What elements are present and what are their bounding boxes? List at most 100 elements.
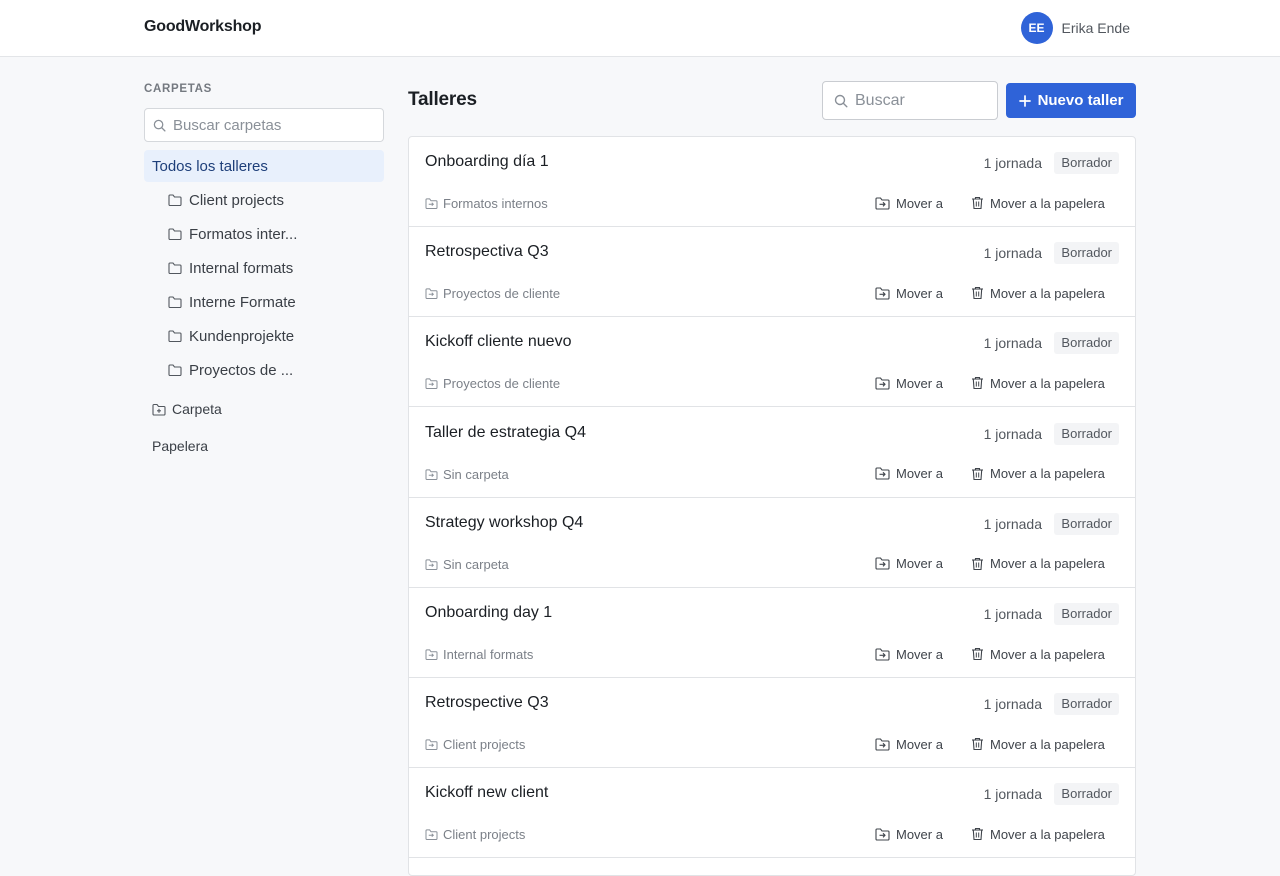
folder-move-icon xyxy=(875,467,890,480)
workshop-folder-label: Sin carpeta xyxy=(443,556,509,572)
workshop-title[interactable]: Retrospectiva Q3 xyxy=(425,243,549,261)
folder-label: Proyectos de ... xyxy=(189,361,294,379)
sidebar-folder-item[interactable]: Formatos inter... xyxy=(168,219,384,249)
move-to-trash-button[interactable]: Mover a la papelera xyxy=(971,644,1105,664)
workshop-row[interactable]: Kickoff new client 1 jornada Borrador Clien… xyxy=(409,768,1135,859)
trash-icon xyxy=(971,647,984,661)
move-to-trash-button[interactable]: Mover a la papelera xyxy=(971,824,1105,844)
avatar[interactable]: EE xyxy=(1020,12,1053,44)
folder-search-box[interactable] xyxy=(144,108,384,142)
sidebar-folder-item[interactable]: Proyectos de ... xyxy=(168,355,384,385)
workshop-folder-label: Proyectos de cliente xyxy=(443,286,561,302)
workshop-title[interactable]: Kickoff new client xyxy=(425,784,548,802)
workshop-search-input[interactable] xyxy=(855,82,993,119)
workshop-folder: Sin carpeta xyxy=(425,467,509,482)
move-to-trash-label: Mover a la papelera xyxy=(990,556,1105,572)
workshop-row[interactable]: Retrospective Q3 1 jornada Borrador Client … xyxy=(409,678,1135,769)
user-menu[interactable]: EE Erika Ende xyxy=(1020,12,1130,44)
user-name[interactable]: Erika Ende xyxy=(1062,20,1130,36)
workshop-folder: Sin carpeta xyxy=(425,557,509,572)
folder-icon xyxy=(425,469,438,480)
folder-icon xyxy=(425,198,438,209)
new-folder-label: Carpeta xyxy=(172,401,222,417)
workshop-duration: 1 jornada xyxy=(983,606,1042,622)
move-to-label: Mover a xyxy=(896,826,943,842)
move-to-trash-button[interactable]: Mover a la papelera xyxy=(971,734,1105,754)
folder-label: Kundenprojekte xyxy=(189,327,295,345)
sidebar-folder-item[interactable]: Internal formats xyxy=(168,253,384,283)
folder-label: Formatos inter... xyxy=(189,225,298,243)
move-to-button[interactable]: Mover a xyxy=(875,193,943,213)
workshop-row[interactable]: Retrospectiva Q3 1 jornada Borrador Proyect… xyxy=(409,227,1135,318)
status-badge: Borrador xyxy=(1054,603,1119,625)
workshop-row[interactable]: Kickoff cliente nuevo 1 jornada Borrador Pr… xyxy=(409,317,1135,408)
sidebar-folder-item[interactable]: Client projects xyxy=(168,185,384,215)
trash-icon xyxy=(971,557,984,571)
trash-icon xyxy=(971,827,984,841)
workshop-title[interactable]: Strategy workshop Q4 xyxy=(425,514,583,532)
workshop-folder: Client projects xyxy=(425,737,525,752)
new-workshop-button[interactable]: Nuevo taller xyxy=(1006,83,1136,118)
workshop-folder: Internal formats xyxy=(425,647,533,662)
move-to-trash-button[interactable]: Mover a la papelera xyxy=(971,464,1105,484)
folder-move-icon xyxy=(875,828,890,841)
move-to-button[interactable]: Mover a xyxy=(875,824,943,844)
workshop-row[interactable]: Onboarding día 1 1 jornada Borrador Formato… xyxy=(409,137,1135,227)
workshop-folder: Client projects xyxy=(425,827,525,842)
page-title: Talleres xyxy=(408,89,477,110)
top-bar: GoodWorkshop EE Erika Ende xyxy=(0,0,1280,57)
folder-search-input[interactable] xyxy=(173,109,378,141)
workshop-title[interactable]: Kickoff cliente nuevo xyxy=(425,333,571,351)
move-to-trash-button[interactable]: Mover a la papelera xyxy=(971,283,1105,303)
workshop-folder-label: Client projects xyxy=(443,737,526,753)
folder-icon xyxy=(168,194,182,206)
trash-icon xyxy=(971,467,984,481)
workshop-row[interactable]: Onboarding day 1 1 jornada Borrador Interna… xyxy=(409,588,1135,678)
trash-icon xyxy=(971,286,984,300)
folder-move-icon xyxy=(875,738,890,751)
search-icon xyxy=(834,94,848,108)
folder-icon xyxy=(425,559,438,570)
workshop-row[interactable]: Taller de estrategia Q4 1 jornada Borrador… xyxy=(409,408,1135,498)
workshop-duration: 1 jornada xyxy=(983,696,1042,713)
workshop-folder-label: Internal formats xyxy=(443,647,534,662)
folder-icon xyxy=(425,378,438,390)
new-folder-button[interactable]: Carpeta xyxy=(152,397,222,421)
folder-move-icon xyxy=(875,377,890,390)
workshop-title[interactable]: Retrospective Q3 xyxy=(425,694,549,712)
move-to-trash-button[interactable]: Mover a la papelera xyxy=(971,193,1105,213)
move-to-button[interactable]: Mover a xyxy=(875,373,943,393)
folder-icon xyxy=(425,739,438,751)
sidebar-item-all-workshops[interactable]: Todos los talleres xyxy=(144,150,384,182)
workshop-folder-label: Formatos internos xyxy=(443,196,548,211)
trash-icon xyxy=(971,737,984,751)
workshop-search-box[interactable] xyxy=(822,81,998,120)
folder-move-icon xyxy=(875,647,890,661)
status-badge: Borrador xyxy=(1054,152,1119,174)
move-to-button[interactable]: Mover a xyxy=(875,464,943,484)
move-to-button[interactable]: Mover a xyxy=(875,554,943,574)
workshop-title[interactable]: Onboarding day 1 xyxy=(425,604,552,622)
workshop-row[interactable]: Strategy workshop Q4 1 jornada Borrador Sin… xyxy=(409,498,1135,588)
move-to-label: Mover a xyxy=(896,375,943,391)
sidebar-item-trash[interactable]: Papelera xyxy=(152,434,208,458)
brand-logo[interactable]: GoodWorkshop xyxy=(144,18,261,36)
workshop-title[interactable]: Taller de estrategia Q4 xyxy=(425,424,586,442)
workshop-title[interactable]: Onboarding día 1 xyxy=(425,153,549,171)
sidebar-folder-item[interactable]: Kundenprojekte xyxy=(168,321,384,351)
folder-icon xyxy=(168,364,182,376)
move-to-trash-button[interactable]: Mover a la papelera xyxy=(971,373,1105,393)
plus-icon xyxy=(1018,94,1031,107)
folder-label: Interne Formate xyxy=(189,293,296,311)
move-to-trash-button[interactable]: Mover a la papelera xyxy=(971,554,1105,574)
move-to-button[interactable]: Mover a xyxy=(875,283,943,303)
sidebar-folder-item[interactable]: Interne Formate xyxy=(168,287,384,317)
move-to-trash-label: Mover a la papelera xyxy=(990,646,1105,662)
move-to-trash-label: Mover a la papelera xyxy=(990,375,1105,391)
move-to-button[interactable]: Mover a xyxy=(875,644,943,664)
folder-icon xyxy=(425,649,438,660)
move-to-trash-label: Mover a la papelera xyxy=(990,826,1105,842)
move-to-button[interactable]: Mover a xyxy=(875,734,943,754)
workshop-duration: 1 jornada xyxy=(983,245,1042,262)
move-to-trash-label: Mover a la papelera xyxy=(990,195,1105,211)
